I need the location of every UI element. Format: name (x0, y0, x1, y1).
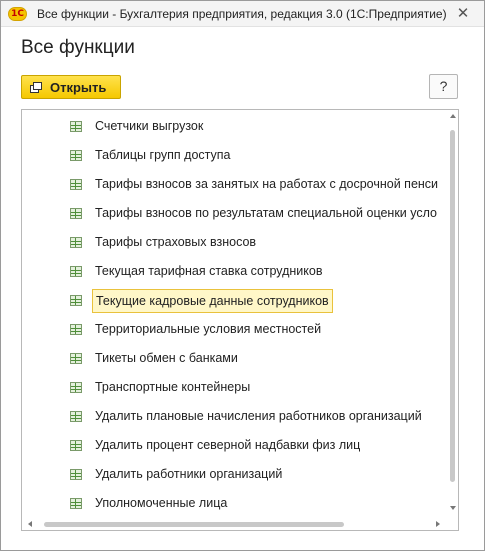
open-window-icon (30, 81, 42, 93)
table-icon (70, 179, 82, 190)
list-item-label: Удалить процент северной надбавки физ ли… (95, 438, 361, 452)
all-functions-window: 1С Все функции - Бухгалтерия предприятия… (0, 0, 485, 551)
app-logo-icon: 1С (8, 7, 27, 21)
list-item-label: Тикеты обмен с банками (95, 351, 238, 365)
vertical-scroll-thumb[interactable] (450, 130, 455, 482)
scrollbar-corner (448, 518, 458, 530)
vertical-scrollbar[interactable] (448, 110, 458, 518)
table-icon (70, 469, 82, 480)
list-item-label: Текущие кадровые данные сотрудников (92, 289, 333, 313)
list-item-label: Таблицы групп доступа (95, 148, 231, 162)
table-icon (70, 440, 82, 451)
list-item-label: Тарифы взносов по результатам специально… (95, 206, 438, 220)
list-item-label: Тарифы взносов за занятых на работах с д… (95, 177, 439, 191)
table-icon (70, 498, 82, 509)
horizontal-scroll-thumb[interactable] (44, 522, 344, 527)
window-title: Все функции - Бухгалтерия предприятия, р… (37, 7, 447, 21)
table-icon (70, 382, 82, 393)
table-icon (70, 353, 82, 364)
table-icon (70, 208, 82, 219)
scroll-left-icon[interactable] (28, 521, 32, 527)
scroll-right-icon[interactable] (436, 521, 440, 527)
list-item[interactable]: Таблицы групп доступа (22, 141, 448, 170)
scroll-down-icon[interactable] (450, 506, 456, 510)
list-item[interactable]: Уполномоченные лица (22, 489, 448, 518)
list-item[interactable]: Тарифы взносов за занятых на работах с д… (22, 170, 448, 199)
list-item-label: Удалить плановые начисления работников о… (95, 409, 422, 423)
scroll-up-icon[interactable] (450, 114, 456, 118)
page-title: Все функции (21, 37, 135, 58)
list-item-label: Текущая тарифная ставка сотрудников (95, 264, 323, 278)
list-item-label: Транспортные контейнеры (95, 380, 251, 394)
help-button[interactable]: ? (429, 74, 458, 99)
table-icon (70, 266, 82, 277)
functions-list: Счетчики выгрузок Таблицы групп доступа Та… (21, 109, 459, 531)
functions-list-body: Счетчики выгрузок Таблицы групп доступа Та… (22, 112, 448, 518)
horizontal-scrollbar[interactable] (22, 518, 448, 530)
list-item[interactable]: Текущая тарифная ставка сотрудников (22, 257, 448, 286)
list-item[interactable]: Удалить процент северной надбавки физ ли… (22, 431, 448, 460)
close-icon[interactable]: ✕ (454, 4, 472, 22)
list-item[interactable]: Тарифы взносов по результатам специально… (22, 199, 448, 228)
title-bar: 1С Все функции - Бухгалтерия предприятия… (1, 1, 484, 27)
table-icon (70, 411, 82, 422)
list-item[interactable]: Счетчики выгрузок (22, 112, 448, 141)
list-item[interactable]: Территориальные условия местностей (22, 315, 448, 344)
open-button-label: Открыть (50, 79, 107, 95)
list-item[interactable]: Удалить плановые начисления работников о… (22, 402, 448, 431)
list-item-label: Счетчики выгрузок (95, 119, 204, 133)
list-item[interactable]: Текущие кадровые данные сотрудников (22, 286, 448, 315)
open-button[interactable]: Открыть (21, 75, 121, 99)
list-item-label: Уполномоченные лица (95, 496, 228, 510)
table-icon (70, 295, 82, 306)
list-item[interactable]: Тикеты обмен с банками (22, 344, 448, 373)
list-item[interactable]: Тарифы страховых взносов (22, 228, 448, 257)
list-item[interactable]: Удалить работники организаций (22, 460, 448, 489)
list-item-label: Тарифы страховых взносов (95, 235, 257, 249)
table-icon (70, 150, 82, 161)
table-icon (70, 237, 82, 248)
list-item[interactable]: Транспортные контейнеры (22, 373, 448, 402)
list-item-label: Территориальные условия местностей (95, 322, 322, 336)
table-icon (70, 121, 82, 132)
list-item-label: Удалить работники организаций (95, 467, 283, 481)
table-icon (70, 324, 82, 335)
